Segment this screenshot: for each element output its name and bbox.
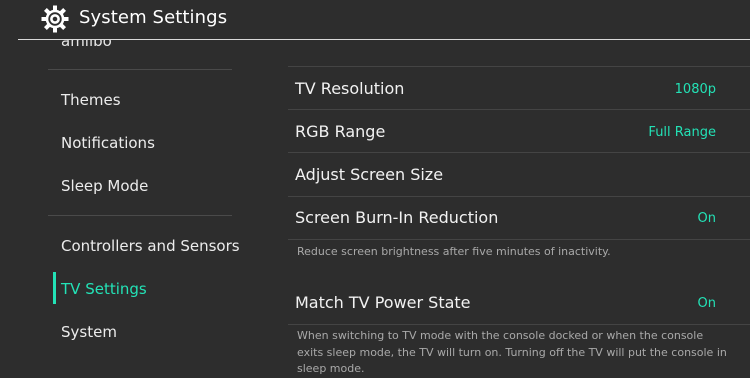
sidebar-item-system[interactable]: System xyxy=(61,323,117,341)
setting-label: RGB Range xyxy=(295,122,386,141)
setting-label: Match TV Power State xyxy=(295,293,471,312)
page-title: System Settings xyxy=(79,7,228,28)
setting-label: Screen Burn-In Reduction xyxy=(295,208,499,227)
row-divider xyxy=(288,196,750,197)
sidebar-item-controllers-and-sensors[interactable]: Controllers and Sensors xyxy=(61,237,240,255)
setting-value: On xyxy=(697,211,716,226)
sidebar-divider xyxy=(48,69,232,70)
row-divider xyxy=(288,152,750,153)
row-divider xyxy=(288,324,750,325)
row-divider xyxy=(288,66,750,67)
setting-value: Full Range xyxy=(648,125,716,140)
row-divider xyxy=(288,239,750,240)
active-indicator xyxy=(53,272,56,304)
sidebar: amiibo Themes Notifications Sleep Mode C… xyxy=(0,40,240,375)
sidebar-item-themes[interactable]: Themes xyxy=(61,91,121,109)
setting-description: When switching to TV mode with the conso… xyxy=(297,329,727,375)
row-divider xyxy=(288,109,750,110)
setting-value: On xyxy=(697,296,716,311)
sidebar-item-sleep-mode[interactable]: Sleep Mode xyxy=(61,177,148,195)
setting-label: Adjust Screen Size xyxy=(295,165,444,184)
setting-value: 1080p xyxy=(674,82,716,97)
setting-description: Reduce screen brightness after five minu… xyxy=(297,245,611,258)
sidebar-item-tv-settings[interactable]: TV Settings xyxy=(61,280,147,298)
gear-icon xyxy=(41,5,69,33)
header: System Settings xyxy=(0,0,750,40)
sidebar-divider xyxy=(48,215,232,216)
sidebar-item-notifications[interactable]: Notifications xyxy=(61,134,155,152)
setting-label: TV Resolution xyxy=(295,79,405,98)
